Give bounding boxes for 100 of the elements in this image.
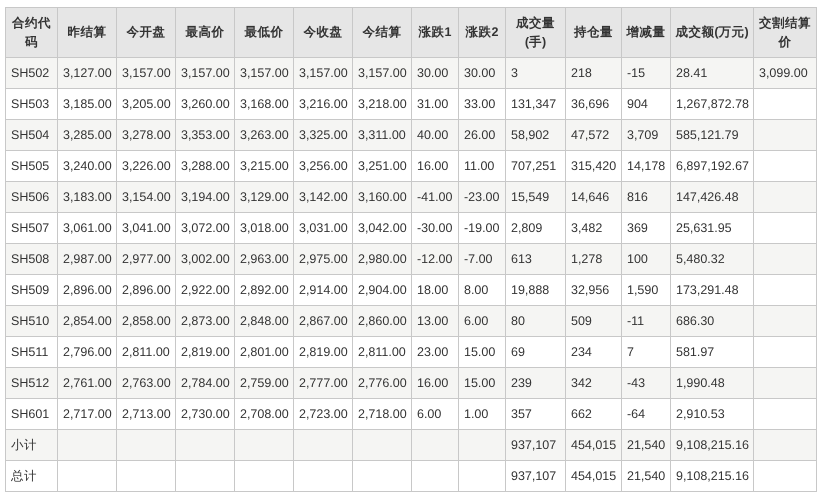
table-cell: -7.00	[458, 244, 506, 274]
table-cell: 100	[622, 244, 670, 274]
table-cell: SH511	[6, 336, 58, 368]
table-cell: 3,002.00	[176, 244, 234, 274]
table-cell: 2,914.00	[294, 274, 352, 306]
table-cell: 40.00	[412, 120, 458, 150]
table-cell: 2,860.00	[352, 306, 412, 336]
table-cell: 2,980.00	[352, 244, 412, 274]
table-cell: 3,061.00	[58, 212, 116, 244]
table-cell: 2,858.00	[116, 306, 176, 336]
table-cell: 2,708.00	[234, 398, 294, 430]
table-cell: 2,777.00	[294, 368, 352, 398]
table-cell: 904	[622, 88, 670, 120]
table-cell: 15.00	[458, 368, 506, 398]
table-cell: 315,420	[566, 150, 622, 182]
table-cell: 3,226.00	[116, 150, 176, 182]
table-cell: 3,215.00	[234, 150, 294, 182]
table-cell: 2,987.00	[58, 244, 116, 274]
table-cell: 3,278.00	[116, 120, 176, 150]
table-cell: 31.00	[412, 88, 458, 120]
table-cell: 2,854.00	[58, 306, 116, 336]
table-cell: 2,763.00	[116, 368, 176, 398]
table-cell: 2,811.00	[116, 336, 176, 368]
table-cell: 30.00	[412, 58, 458, 88]
table-cell: -64	[622, 398, 670, 430]
table-cell: 13.00	[412, 306, 458, 336]
table-cell: 2,904.00	[352, 274, 412, 306]
table-cell: 3,157.00	[116, 58, 176, 88]
table-cell: 15,549	[506, 182, 566, 212]
table-cell: 33.00	[458, 88, 506, 120]
table-cell: 3,160.00	[352, 182, 412, 212]
table-cell: 47,572	[566, 120, 622, 150]
table-cell: 3,205.00	[116, 88, 176, 120]
table-cell: 3,041.00	[116, 212, 176, 244]
table-cell: 662	[566, 398, 622, 430]
table-cell: 3	[506, 58, 566, 88]
table-cell: 3,031.00	[294, 212, 352, 244]
table-cell: 509	[566, 306, 622, 336]
table-cell: 218	[566, 58, 622, 88]
table-cell: 2,896.00	[116, 274, 176, 306]
table-cell: 30.00	[458, 58, 506, 88]
table-cell: 14,178	[622, 150, 670, 182]
table-cell: 2,730.00	[176, 398, 234, 430]
table-cell: 3,288.00	[176, 150, 234, 182]
table-cell: 9,108,215.16	[670, 430, 754, 460]
table-cell: SH507	[6, 212, 58, 244]
table-cell: 23.00	[412, 336, 458, 368]
table-cell: 3,216.00	[294, 88, 352, 120]
table-cell: 80	[506, 306, 566, 336]
table-cell: 8.00	[458, 274, 506, 306]
table-cell: 2,784.00	[176, 368, 234, 398]
table-cell: 3,260.00	[176, 88, 234, 120]
column-header: 涨跌1	[412, 8, 458, 58]
table-cell: 14,646	[566, 182, 622, 212]
table-cell: 1,590	[622, 274, 670, 306]
table-cell: SH601	[6, 398, 58, 430]
table-cell: 16.00	[412, 368, 458, 398]
table-cell: 36,696	[566, 88, 622, 120]
table-cell: 3,154.00	[116, 182, 176, 212]
table-cell: -19.00	[458, 212, 506, 244]
table-cell: 58,902	[506, 120, 566, 150]
table-cell: 16.00	[412, 150, 458, 182]
table-cell: 3,482	[566, 212, 622, 244]
table-cell: 2,975.00	[294, 244, 352, 274]
table-cell: 131,347	[506, 88, 566, 120]
table-cell: 1,267,872.78	[670, 88, 754, 120]
table-cell: 3,353.00	[176, 120, 234, 150]
table-cell: 2,717.00	[58, 398, 116, 430]
table-cell: 3,157.00	[234, 58, 294, 88]
column-header: 合约代码	[6, 8, 58, 58]
table-cell: 2,723.00	[294, 398, 352, 430]
table-cell: -12.00	[412, 244, 458, 274]
table-cell: 69	[506, 336, 566, 368]
table-cell: 147,426.48	[670, 182, 754, 212]
table-cell: 3,194.00	[176, 182, 234, 212]
table-cell: 21,540	[622, 460, 670, 492]
table-cell: 3,256.00	[294, 150, 352, 182]
table-cell: 3,072.00	[176, 212, 234, 244]
table-cell: -23.00	[458, 182, 506, 212]
table-cell: 3,042.00	[352, 212, 412, 244]
table-cell: 3,157.00	[352, 58, 412, 88]
table-cell: 3,263.00	[234, 120, 294, 150]
table-cell: 2,809	[506, 212, 566, 244]
column-header: 昨结算	[58, 8, 116, 58]
table-cell: 2,811.00	[352, 336, 412, 368]
table-cell: 585,121.79	[670, 120, 754, 150]
table-cell: 239	[506, 368, 566, 398]
table-cell: 2,759.00	[234, 368, 294, 398]
table-cell: SH504	[6, 120, 58, 150]
table-cell: SH506	[6, 182, 58, 212]
table-cell: 26.00	[458, 120, 506, 150]
column-header: 今结算	[352, 8, 412, 58]
table-cell: 2,922.00	[176, 274, 234, 306]
column-header: 成交额(万元)	[670, 8, 754, 58]
table-cell: 2,896.00	[58, 274, 116, 306]
table-cell: 15.00	[458, 336, 506, 368]
table-cell: 686.30	[670, 306, 754, 336]
table-cell: 7	[622, 336, 670, 368]
table-cell: 2,892.00	[234, 274, 294, 306]
table-cell: -11	[622, 306, 670, 336]
